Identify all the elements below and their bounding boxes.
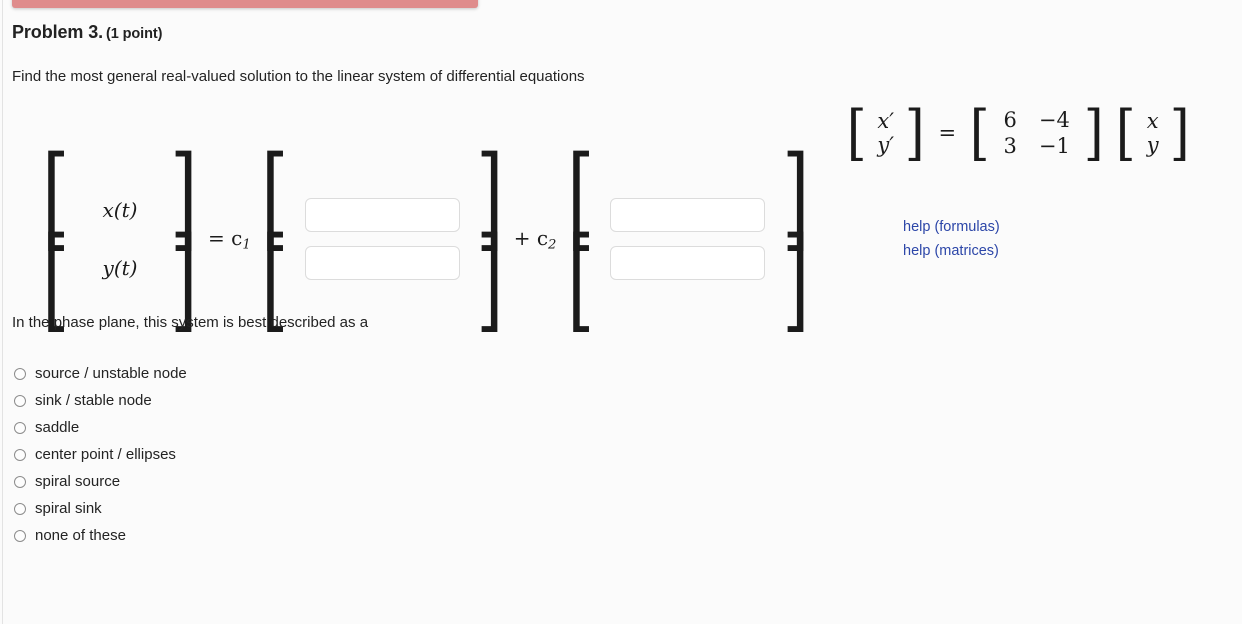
matrix-cell-r2c2: −1 — [1038, 133, 1070, 158]
rhs-x: x — [1146, 108, 1159, 133]
rhs-y: y — [1146, 133, 1159, 158]
c1-subscript: 1 — [242, 237, 251, 253]
radio-icon[interactable] — [14, 367, 26, 380]
solution-x-of-t: x(t) — [102, 198, 138, 222]
radio-icon[interactable] — [14, 448, 26, 461]
problem-title-text: Problem 3. — [12, 22, 104, 42]
answer-input-c1-row2[interactable] — [304, 246, 460, 280]
help-links-group: help (formulas) help (matrices) — [903, 216, 1000, 262]
left-bracket-close-lhs: ] — [904, 97, 925, 168]
option-label: spiral sink — [35, 500, 102, 517]
matrix-cell-r2c1: 3 — [1003, 133, 1017, 158]
solution-vector-bracket-close: ]] — [170, 132, 198, 344]
solution-y-of-t: y(t) — [102, 256, 138, 280]
plus-c2-operator: + c2 — [513, 225, 557, 253]
radio-icon[interactable] — [14, 502, 26, 515]
matrix-cell-r1c2: −4 — [1038, 108, 1070, 132]
option-sink-stable-node[interactable]: sink / stable node — [14, 387, 187, 414]
option-none-of-these[interactable]: none of these — [14, 522, 187, 549]
lhs-x-prime: x′ — [877, 108, 895, 133]
option-label: sink / stable node — [35, 392, 152, 409]
option-source-unstable-node[interactable]: source / unstable node — [14, 360, 187, 387]
c2-subscript: 2 — [548, 237, 557, 253]
problem-content: Problem 3. (1 point) Find the most genera… — [0, 0, 1242, 624]
left-bracket-open-lhs: [ — [846, 97, 867, 168]
rhs-state-vector: x y — [1147, 109, 1159, 159]
radio-icon[interactable] — [14, 394, 26, 407]
page-title: Problem 3. (1 point) — [12, 22, 162, 43]
matrix-cell-r1c1: 6 — [1003, 108, 1017, 132]
help-formulas-link[interactable]: help (formulas) — [903, 216, 1000, 238]
rhs-bracket-close: ] — [1169, 97, 1190, 168]
system-equation: [ x′ y′ ] = [ 6 −4 3 −1 ] [ x y ] — [845, 97, 1191, 168]
c2-vector-bracket-open: [[ — [566, 132, 594, 344]
option-label: saddle — [35, 419, 80, 436]
answer-input-c2-row1[interactable] — [610, 198, 766, 232]
option-label: none of these — [35, 527, 126, 544]
option-spiral-sink[interactable]: spiral sink — [14, 495, 187, 522]
phase-plane-question: In the phase plane, this system is best … — [12, 314, 369, 331]
help-matrices-link[interactable]: help (matrices) — [903, 240, 1000, 262]
option-saddle[interactable]: saddle — [14, 414, 187, 441]
equals-sign: = — [938, 121, 957, 146]
option-center-point-ellipses[interactable]: center point / ellipses — [14, 441, 187, 468]
rhs-bracket-open: [ — [1116, 97, 1136, 168]
answer-entry-row: [[ x(t) y(t) ]] = c1 [[ ]] + c2 [[ ]] — [42, 132, 809, 344]
coefficient-matrix: 6 −4 3 −1 — [1001, 108, 1073, 159]
equals-c1-operator: = c1 — [208, 225, 251, 253]
c1-input-column — [283, 186, 482, 292]
c1-vector-bracket-open: [[ — [261, 132, 289, 344]
answer-input-c1-row1[interactable] — [304, 198, 460, 232]
problem-prompt: Find the most general real-valued soluti… — [12, 68, 585, 85]
c1-vector-bracket-close: ]] — [476, 132, 504, 344]
lhs-derivative-vector: x′ y′ — [877, 109, 894, 159]
radio-icon[interactable] — [14, 421, 26, 434]
lhs-y-prime: y′ — [877, 133, 895, 158]
option-label: spiral source — [35, 473, 121, 490]
phase-plane-options: source / unstable node sink / stable nod… — [14, 360, 187, 549]
c2-vector-bracket-close: ]] — [781, 132, 809, 344]
answer-input-c2-row2[interactable] — [610, 246, 766, 280]
solution-vector-labels: x(t) y(t) — [64, 186, 176, 292]
option-label: center point / ellipses — [35, 446, 176, 463]
matrix-bracket-open: [ — [969, 97, 990, 168]
matrix-bracket-close: ] — [1083, 97, 1104, 168]
c2-input-column — [588, 186, 787, 292]
radio-icon[interactable] — [14, 475, 26, 488]
option-label: source / unstable node — [35, 365, 187, 382]
option-spiral-source[interactable]: spiral source — [14, 468, 187, 495]
radio-icon[interactable] — [14, 529, 26, 542]
problem-points: (1 point) — [106, 26, 163, 42]
solution-vector-bracket-open: [[ — [42, 132, 70, 344]
